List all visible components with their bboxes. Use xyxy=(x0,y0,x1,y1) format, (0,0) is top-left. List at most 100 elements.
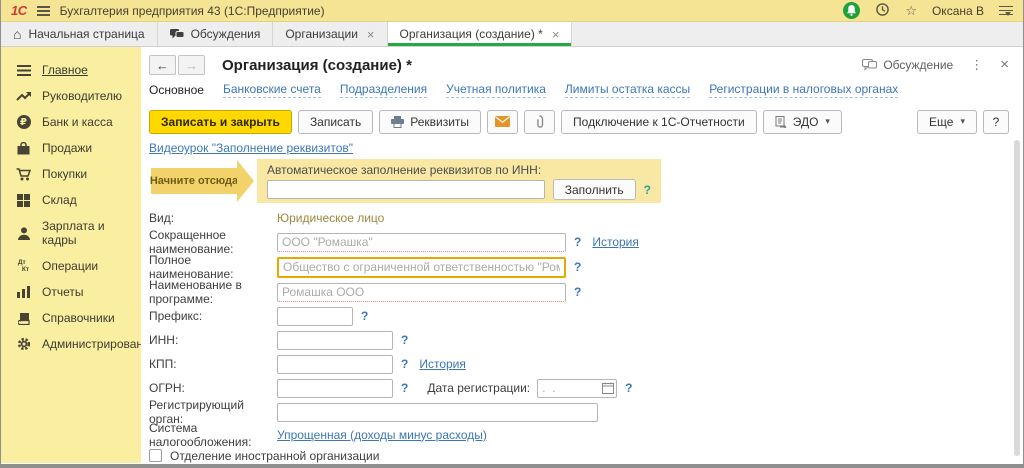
discussion-label: Обсуждение xyxy=(883,58,953,72)
requisites-button[interactable]: Реквизиты xyxy=(379,110,481,134)
inn-help-link[interactable]: ? xyxy=(401,333,408,347)
cart-icon xyxy=(15,168,32,181)
service-menu-icon[interactable] xyxy=(999,3,1013,18)
foreign-division-label: Отделение иностранной организации xyxy=(170,449,379,463)
sidebar-item-warehouse[interactable]: Склад xyxy=(1,187,141,213)
full-name-input[interactable] xyxy=(277,257,566,278)
app-window: 1С Бухгалтерия предприятия 43 (1С:Предпр… xyxy=(0,0,1024,468)
edo-label: ЭДО xyxy=(793,115,819,129)
form-row-prefix: Префикс: ? xyxy=(149,304,1023,328)
sidebar-item-administration[interactable]: Администрирование xyxy=(1,331,141,357)
ruble-circle-icon: ₽ xyxy=(15,115,32,129)
more-button[interactable]: Еще ▾ xyxy=(917,110,977,134)
prefix-help-link[interactable]: ? xyxy=(361,309,368,323)
inn-fill-help-link[interactable]: ? xyxy=(644,183,651,197)
sidebar-item-label: Руководителю xyxy=(42,89,122,103)
ogrn-help-link[interactable]: ? xyxy=(401,381,408,395)
sidebar-item-manager[interactable]: Руководителю xyxy=(1,83,141,109)
title-bar: 1С Бухгалтерия предприятия 43 (1С:Предпр… xyxy=(1,0,1023,22)
form-row-kpp: КПП: ? История xyxy=(149,352,1023,376)
tab-organization-new[interactable]: Организация (создание) * × xyxy=(388,22,573,46)
back-button[interactable]: ← xyxy=(149,55,176,75)
sidebar-item-purchases[interactable]: Покупки xyxy=(1,161,141,187)
history-button[interactable] xyxy=(875,2,890,20)
discussion-button[interactable]: Обсуждение xyxy=(862,58,953,72)
program-name-help-link[interactable]: ? xyxy=(574,285,581,299)
calendar-button[interactable] xyxy=(602,382,614,394)
form-nav-tabs: Основное Банковские счета Подразделения … xyxy=(149,82,1023,98)
tab-home[interactable]: ⌂ Начальная страница xyxy=(1,22,158,46)
connect-1c-reporting-button[interactable]: Подключение к 1С-Отчетности xyxy=(561,110,757,134)
tab-accounting-policy[interactable]: Учетная политика xyxy=(446,82,546,98)
tax-system-link[interactable]: Упрощенная (доходы минус расходы) xyxy=(277,428,487,442)
kebab-menu-icon[interactable]: ⋮ xyxy=(970,57,983,73)
form-row-tax-system: Система налогообложения: Упрощенная (дох… xyxy=(149,424,1023,445)
tax-system-label: Система налогообложения: xyxy=(149,421,277,449)
save-and-close-button[interactable]: Записать и закрыть xyxy=(149,110,292,134)
sidebar-item-operations[interactable]: ДтКт Операции xyxy=(1,253,141,279)
reg-date-label: Дата регистрации: xyxy=(427,381,530,395)
reg-organ-input[interactable] xyxy=(277,403,598,422)
start-here-arrow: Начните отсюда xyxy=(151,168,237,194)
program-name-input[interactable] xyxy=(277,283,566,302)
short-name-help-link[interactable]: ? xyxy=(574,235,581,249)
close-form-icon[interactable]: × xyxy=(1000,56,1009,73)
sidebar-item-bank-cash[interactable]: ₽ Банк и касса xyxy=(1,109,141,135)
close-tab-icon[interactable]: × xyxy=(552,27,560,42)
kpp-history-link[interactable]: История xyxy=(419,357,466,371)
fill-button[interactable]: Заполнить xyxy=(553,179,636,200)
help-button[interactable]: ? xyxy=(983,110,1009,134)
sidebar-item-label: Продажи xyxy=(42,141,92,155)
vertical-scrollbar-thumb[interactable] xyxy=(1014,140,1020,456)
tab-tax-registrations[interactable]: Регистрации в налоговых органах xyxy=(709,82,898,98)
inn-input[interactable] xyxy=(277,331,393,350)
paperclip-icon xyxy=(535,115,544,128)
tab-discussions[interactable]: Обсуждения xyxy=(158,22,274,46)
sidebar-item-label: Администрирование xyxy=(42,337,156,351)
main-menu-icon[interactable] xyxy=(37,4,50,18)
inn-autofill-input[interactable] xyxy=(267,180,545,199)
foreign-division-checkbox[interactable] xyxy=(149,449,162,462)
notifications-button[interactable] xyxy=(843,2,860,19)
tab-bank-accounts[interactable]: Банковские счета xyxy=(223,82,321,98)
short-name-history-link[interactable]: История xyxy=(592,235,639,249)
edo-button[interactable]: ЭДО ▾ xyxy=(763,110,842,134)
kpp-help-link[interactable]: ? xyxy=(401,357,408,371)
kind-value[interactable]: Юридическое лицо xyxy=(277,211,384,225)
send-email-button[interactable] xyxy=(487,110,518,134)
form-row-reg-organ: Регистрирующий орган: xyxy=(149,400,1023,424)
sidebar-item-sales[interactable]: Продажи xyxy=(1,135,141,161)
form-row-ogrn: ОГРН: ? Дата регистрации: xyxy=(149,376,1023,400)
menu-lines-icon xyxy=(15,65,32,76)
reg-date-help-link[interactable]: ? xyxy=(625,381,632,395)
tab-subdivisions[interactable]: Подразделения xyxy=(340,82,427,98)
forward-button[interactable]: → xyxy=(178,55,205,75)
tab-cash-limits[interactable]: Лимиты остатка кассы xyxy=(565,82,690,98)
program-name-label: Наименование в программе: xyxy=(149,278,277,306)
close-tab-icon[interactable]: × xyxy=(367,27,375,42)
short-name-input[interactable] xyxy=(277,233,566,252)
attachments-button[interactable] xyxy=(524,110,555,134)
favorites-button[interactable]: ☆ xyxy=(905,4,917,17)
form-row-inn: ИНН: ? xyxy=(149,328,1023,352)
kpp-input[interactable] xyxy=(277,355,393,374)
tab-main[interactable]: Основное xyxy=(149,83,204,98)
video-lesson-link[interactable]: Видеоурок "Заполнение реквизитов" xyxy=(149,141,353,155)
full-name-help-link[interactable]: ? xyxy=(574,260,581,274)
full-name-label: Полное наименование: xyxy=(149,253,277,281)
sidebar-item-main[interactable]: Главное xyxy=(1,57,141,83)
sidebar-item-reports[interactable]: Отчеты xyxy=(1,279,141,305)
prefix-input[interactable] xyxy=(277,307,353,326)
ogrn-input[interactable] xyxy=(277,379,393,398)
sidebar-item-salary-hr[interactable]: Зарплата и кадры xyxy=(1,213,141,253)
chat-icon xyxy=(170,29,184,40)
calendar-icon xyxy=(602,382,614,394)
sidebar-item-label: Банк и касса xyxy=(42,115,113,129)
save-button[interactable]: Записать xyxy=(298,110,373,134)
user-menu[interactable]: Оксана В xyxy=(932,4,984,18)
tab-organizations[interactable]: Организации × xyxy=(273,22,387,46)
sidebar-item-directories[interactable]: Справочники xyxy=(1,305,141,331)
inn-autofill-panel: Автоматическое заполнение реквизитов по … xyxy=(257,159,661,203)
home-icon: ⌂ xyxy=(13,27,21,41)
kpp-label: КПП: xyxy=(149,357,277,371)
